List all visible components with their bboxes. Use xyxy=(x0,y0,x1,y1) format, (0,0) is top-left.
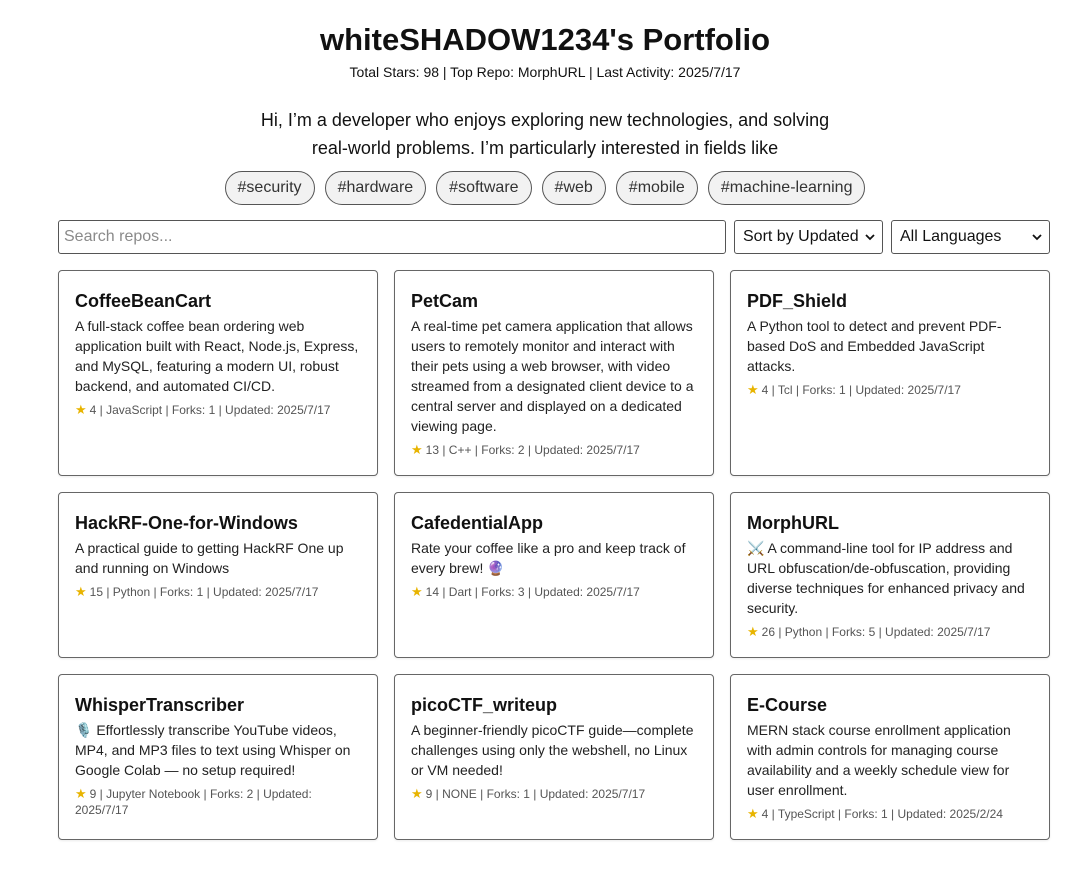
repo-name[interactable]: MorphURL xyxy=(747,512,1033,534)
tag-machine-learning[interactable]: #machine-learning xyxy=(707,171,866,205)
sort-select[interactable]: Sort by Updated xyxy=(734,220,883,254)
star-icon: ★ xyxy=(411,584,423,599)
repo-name[interactable]: CafedentialApp xyxy=(411,512,697,534)
star-icon: ★ xyxy=(75,402,87,417)
language-select[interactable]: All Languages xyxy=(891,220,1050,254)
repo-name[interactable]: WhisperTranscriber xyxy=(75,694,361,716)
repo-description: A Python tool to detect and prevent PDF-… xyxy=(747,318,1002,374)
language-select-value: All Languages xyxy=(900,228,1002,245)
repo-meta: ★ 4 | JavaScript | Forks: 1 | Updated: 20… xyxy=(75,402,361,418)
repo-meta: ★ 4 | Tcl | Forks: 1 | Updated: 2025/7/17 xyxy=(747,382,1033,398)
repo-description: A real-time pet camera application that … xyxy=(411,318,694,434)
star-icon: ★ xyxy=(747,806,759,821)
chevron-down-icon xyxy=(1032,234,1042,241)
repo-grid: CoffeeBeanCart A full-stack coffee bean o… xyxy=(58,270,1050,840)
repo-card[interactable]: MorphURL ⚔️ A command-line tool for IP ad… xyxy=(730,492,1050,658)
repo-meta-text: 4 | TypeScript | Forks: 1 | Updated: 202… xyxy=(761,807,1003,821)
bio-text: Hi, I’m a developer who enjoys exploring… xyxy=(260,110,830,158)
repo-meta-text: 4 | Tcl | Forks: 1 | Updated: 2025/7/17 xyxy=(761,383,961,397)
repo-card[interactable]: HackRF-One-for-Windows A practical guide … xyxy=(58,492,378,658)
repo-meta: ★ 4 | TypeScript | Forks: 1 | Updated: 20… xyxy=(747,806,1033,822)
chevron-down-icon xyxy=(865,234,875,241)
repo-name[interactable]: CoffeeBeanCart xyxy=(75,290,361,312)
repo-card[interactable]: CoffeeBeanCart A full-stack coffee bean o… xyxy=(58,270,378,476)
page-title: whiteSHADOW1234's Portfolio xyxy=(319,22,771,57)
tag-list: #security #hardware #software #web #mobi… xyxy=(0,171,1090,205)
repo-description: MERN stack course enrollment application… xyxy=(747,722,1011,798)
repo-meta: ★ 14 | Dart | Forks: 3 | Updated: 2025/7/… xyxy=(411,584,697,600)
repo-description: ⚔️ A command-line tool for IP address an… xyxy=(747,540,1025,616)
tag-security[interactable]: #security xyxy=(224,171,315,205)
tag-web[interactable]: #web xyxy=(541,171,606,205)
repo-card[interactable]: PDF_Shield A Python tool to detect and pr… xyxy=(730,270,1050,476)
repo-meta-text: 14 | Dart | Forks: 3 | Updated: 2025/7/1… xyxy=(425,585,640,599)
header: whiteSHADOW1234's Portfolio Total Stars:… xyxy=(0,0,1090,205)
repo-meta: ★ 9 | NONE | Forks: 1 | Updated: 2025/7/1… xyxy=(411,786,697,802)
repo-name[interactable]: HackRF-One-for-Windows xyxy=(75,512,361,534)
sort-select-value: Sort by Updated xyxy=(743,228,859,245)
repo-description: A full-stack coffee bean ordering web ap… xyxy=(75,318,359,394)
star-icon: ★ xyxy=(75,786,87,801)
star-icon: ★ xyxy=(747,382,759,397)
star-icon: ★ xyxy=(747,624,759,639)
repo-card[interactable]: E-Course MERN stack course enrollment app… xyxy=(730,674,1050,840)
repo-meta-text: 26 | Python | Forks: 5 | Updated: 2025/7… xyxy=(761,625,991,639)
repo-description: A beginner-friendly picoCTF guide—comple… xyxy=(411,722,694,778)
repo-meta: ★ 26 | Python | Forks: 5 | Updated: 2025/… xyxy=(747,624,1033,640)
portfolio-page: whiteSHADOW1234's Portfolio Total Stars:… xyxy=(0,0,1090,890)
repo-name[interactable]: E-Course xyxy=(747,694,1033,716)
repo-meta-text: 15 | Python | Forks: 1 | Updated: 2025/7… xyxy=(89,585,319,599)
repo-description: Rate your coffee like a pro and keep tra… xyxy=(411,540,686,576)
repo-meta-text: 13 | C++ | Forks: 2 | Updated: 2025/7/17 xyxy=(425,443,640,457)
repo-name[interactable]: PDF_Shield xyxy=(747,290,1033,312)
repo-card[interactable]: CafedentialApp Rate your coffee like a pr… xyxy=(394,492,714,658)
repo-description: 🎙️ Effortlessly transcribe YouTube video… xyxy=(75,722,351,778)
repo-name[interactable]: PetCam xyxy=(411,290,697,312)
repo-meta-text: 9 | NONE | Forks: 1 | Updated: 2025/7/17 xyxy=(425,787,646,801)
star-icon: ★ xyxy=(411,442,423,457)
tag-hardware[interactable]: #hardware xyxy=(324,171,427,205)
repo-meta: ★ 13 | C++ | Forks: 2 | Updated: 2025/7/1… xyxy=(411,442,697,458)
repo-card[interactable]: WhisperTranscriber 🎙️ Effortlessly transc… xyxy=(58,674,378,840)
stats-line: Total Stars: 98 | Top Repo: MorphURL | L… xyxy=(349,64,741,80)
repo-card[interactable]: PetCam A real-time pet camera application… xyxy=(394,270,714,476)
repo-name[interactable]: picoCTF_writeup xyxy=(411,694,697,716)
repo-meta: ★ 15 | Python | Forks: 1 | Updated: 2025/… xyxy=(75,584,361,600)
repo-description: A practical guide to getting HackRF One … xyxy=(75,540,344,576)
filter-controls: Sort by Updated All Languages xyxy=(58,220,1050,254)
repo-meta-text: 4 | JavaScript | Forks: 1 | Updated: 202… xyxy=(89,403,331,417)
search-input[interactable] xyxy=(58,220,726,254)
star-icon: ★ xyxy=(75,584,87,599)
repo-card[interactable]: picoCTF_writeup A beginner-friendly picoC… xyxy=(394,674,714,840)
repo-meta-text: 9 | Jupyter Notebook | Forks: 2 | Update… xyxy=(75,787,312,817)
tag-software[interactable]: #software xyxy=(436,171,532,205)
repo-meta: ★ 9 | Jupyter Notebook | Forks: 2 | Updat… xyxy=(75,786,361,818)
tag-mobile[interactable]: #mobile xyxy=(615,171,698,205)
star-icon: ★ xyxy=(411,786,423,801)
